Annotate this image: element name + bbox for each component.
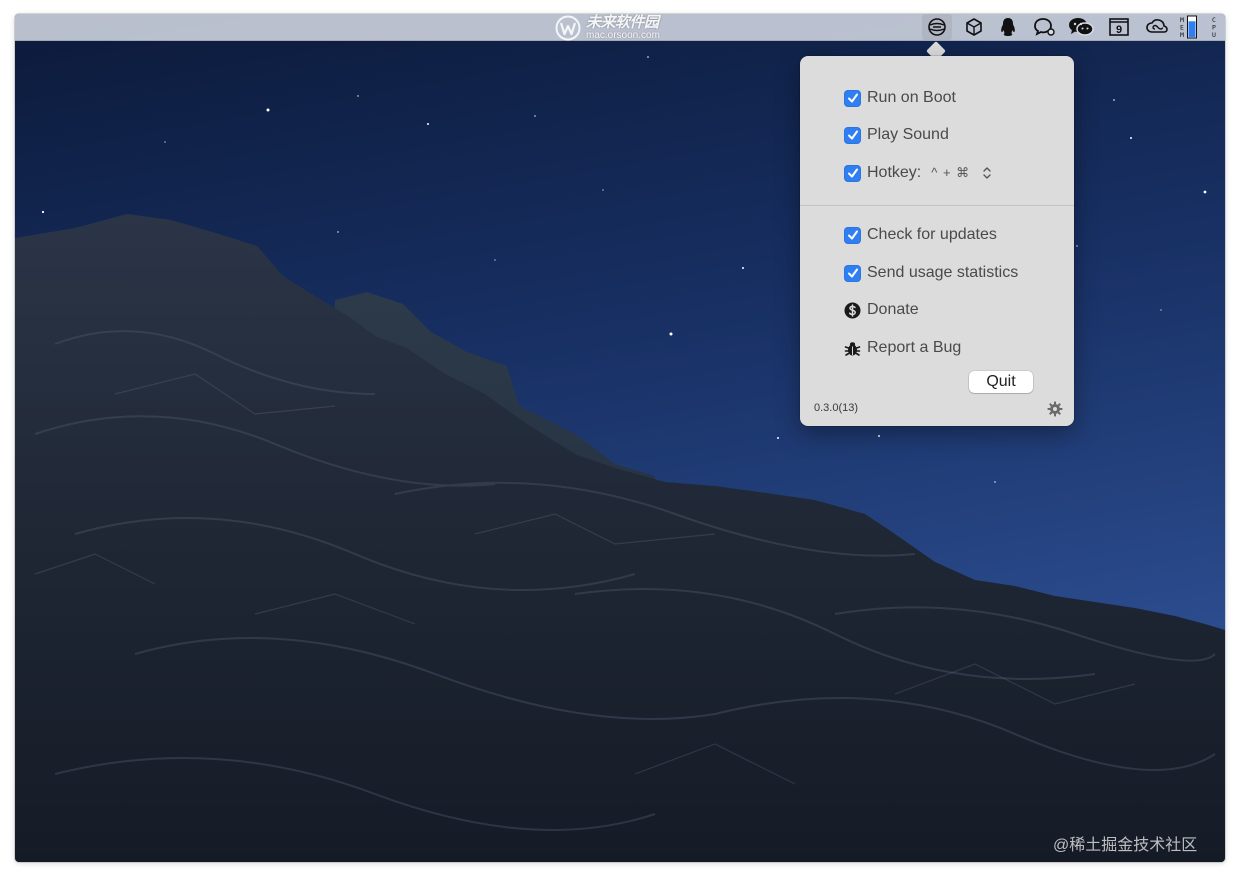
hotkey-option[interactable]: Hotkey: ^ + ⌘ <box>844 162 992 184</box>
network-globe-icon[interactable] <box>922 14 952 40</box>
run-on-boot-option[interactable]: Run on Boot <box>844 87 956 109</box>
run-on-boot-checkbox[interactable] <box>844 89 861 107</box>
wechat-icon[interactable] <box>1066 14 1096 40</box>
usage-statistics-option[interactable]: Send usage statistics <box>844 262 1018 284</box>
hotkey-checkbox[interactable] <box>844 164 861 182</box>
cpu-letter-u: U <box>1212 31 1216 39</box>
donate-label: Donate <box>867 301 919 318</box>
report-bug-label: Report a Bug <box>867 339 962 356</box>
usage-statistics-checkbox[interactable] <box>844 264 861 282</box>
check-updates-label: Check for updates <box>867 226 997 243</box>
watermark-title: 未来软件园 <box>586 14 659 31</box>
hotkey-label: Hotkey: <box>867 164 922 181</box>
check-updates-checkbox[interactable] <box>844 226 861 244</box>
popover-divider <box>800 205 1074 206</box>
bug-icon <box>844 340 861 357</box>
version-label: 0.3.0(13) <box>814 402 859 414</box>
watermark-juejin: @稀土掘金技术社区 <box>1053 837 1198 854</box>
creative-cloud-icon[interactable] <box>1142 14 1172 40</box>
cpu-meter-icon[interactable]: C P U <box>1205 14 1223 40</box>
watermark-w-icon <box>555 15 581 41</box>
play-sound-checkbox[interactable] <box>844 126 861 144</box>
run-on-boot-label: Run on Boot <box>867 89 956 106</box>
chat-bubble-icon[interactable] <box>1029 14 1059 40</box>
watermark-url: mac.orsoon.com <box>586 30 660 41</box>
calendar-day: 9 <box>1116 24 1122 36</box>
mem-letter-m2: M <box>1180 31 1184 39</box>
settings-popover: Run on Boot Play Sound Hotkey: ^ + ⌘ Che… <box>800 56 1074 426</box>
hotkey-keys[interactable]: ^ + ⌘ <box>931 165 970 181</box>
play-sound-label: Play Sound <box>867 126 949 143</box>
check-updates-option[interactable]: Check for updates <box>844 224 997 246</box>
play-sound-option[interactable]: Play Sound <box>844 124 949 146</box>
hotkey-stepper-icon[interactable] <box>982 165 992 181</box>
gear-icon[interactable] <box>1047 401 1063 417</box>
usage-statistics-label: Send usage statistics <box>867 264 1019 281</box>
mem-level-fill <box>1188 21 1196 38</box>
mem-meter-icon[interactable]: M E M <box>1178 14 1200 40</box>
calendar-icon[interactable]: 9 <box>1104 14 1134 40</box>
quit-button[interactable]: Quit <box>969 371 1033 393</box>
dollar-circle-icon <box>844 302 861 319</box>
donate-item[interactable]: Donate <box>844 299 919 321</box>
report-bug-item[interactable]: Report a Bug <box>844 337 961 359</box>
desktop-screen: 9 M E M C P U 未来软件园 mac.orsoon.com Run o… <box>15 14 1225 862</box>
package-box-icon[interactable] <box>959 14 989 40</box>
watermark-logo: 未来软件园 mac.orsoon.com <box>555 15 695 41</box>
qq-penguin-icon[interactable] <box>993 14 1023 40</box>
